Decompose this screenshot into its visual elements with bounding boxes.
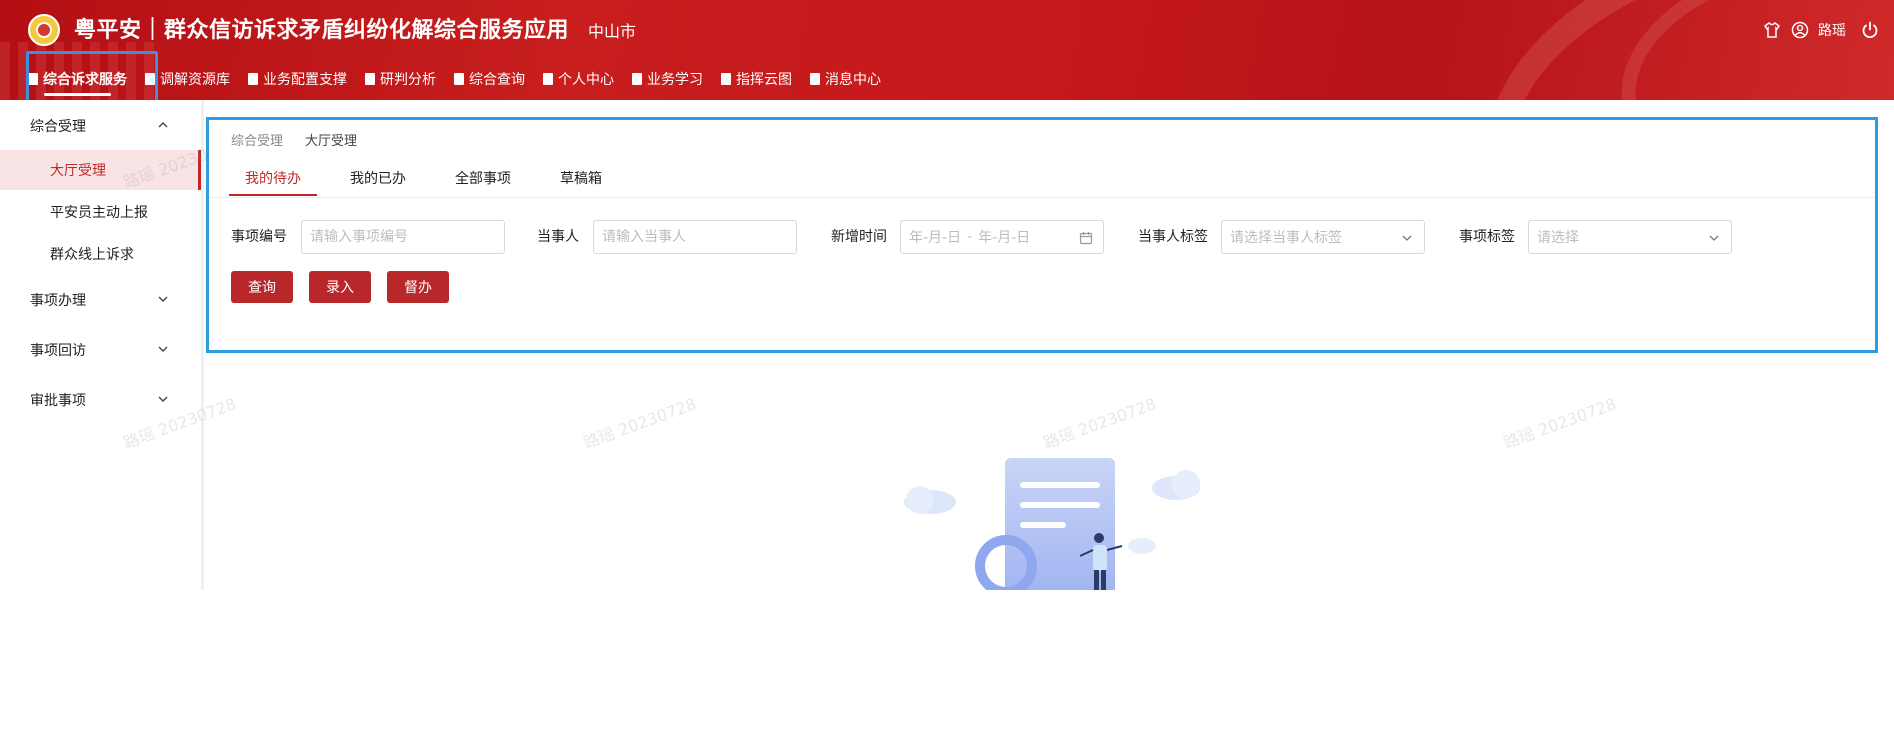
chevron-down-icon (158, 296, 168, 302)
tab-bar: 我的待办 我的已办 全部事项 草稿箱 (229, 162, 635, 196)
watermark: 路瑶 20230728 (1040, 394, 1159, 453)
nav-item-query[interactable]: 综合查询 (454, 68, 525, 90)
nav-item-message-center[interactable]: 消息中心 (810, 68, 881, 90)
party-tag-placeholder: 请选择当事人标签 (1230, 230, 1342, 246)
sidebar-group-approval[interactable]: 审批事项 (0, 378, 204, 422)
sidebar-group-label: 审批事项 (30, 393, 86, 409)
document-icon (28, 73, 38, 85)
nav-item-label: 业务配置支撑 (263, 72, 347, 88)
sidebar-item-officer-report[interactable]: 平安员主动上报 (0, 192, 201, 232)
nav-item-comprehensive-service[interactable]: 综合诉求服务 (28, 68, 127, 96)
tab-drafts[interactable]: 草稿箱 (544, 162, 618, 194)
document-icon (543, 73, 553, 85)
date-range-separator: - (967, 229, 973, 245)
tab-my-todo[interactable]: 我的待办 (229, 162, 317, 196)
sidebar-group-revisit[interactable]: 事项回访 (0, 328, 204, 372)
item-tag-select[interactable]: 请选择 (1528, 220, 1732, 254)
calendar-icon (1079, 232, 1093, 245)
document-icon (454, 73, 464, 85)
empty-state-illustration (904, 458, 1200, 590)
document-icon (810, 73, 820, 85)
app-title: 粤平安｜群众信访诉求矛盾纠纷化解综合服务应用 (74, 18, 570, 43)
app-logo (28, 14, 60, 46)
sidebar-group-label: 综合受理 (30, 119, 86, 135)
tab-all-items[interactable]: 全部事项 (439, 162, 527, 194)
party-input[interactable] (602, 229, 796, 245)
username[interactable]: 路瑶 (1818, 20, 1846, 40)
sidebar-item-online-appeal[interactable]: 群众线上诉求 (0, 234, 201, 274)
party-field[interactable] (593, 220, 797, 254)
city-label: 中山市 (588, 22, 637, 41)
app-root: 粤平安｜群众信访诉求矛盾纠纷化解综合服务应用 中山市 路瑶 综合诉求服务 调解资… (0, 0, 1894, 590)
item-tag-placeholder: 请选择 (1537, 230, 1579, 246)
nav-item-analysis[interactable]: 研判分析 (365, 68, 436, 90)
document-icon (365, 73, 375, 85)
nav-item-label: 指挥云图 (736, 72, 792, 88)
chevron-up-icon (158, 122, 168, 128)
sidebar-item-label: 平安员主动上报 (50, 205, 148, 221)
item-no-field[interactable] (301, 220, 505, 254)
shirt-icon[interactable] (1762, 20, 1782, 40)
nav-item-business-learning[interactable]: 业务学习 (632, 68, 703, 90)
document-icon (632, 73, 642, 85)
item-no-label: 事项编号 (231, 229, 287, 245)
item-tag-label: 事项标签 (1459, 229, 1515, 245)
sidebar-group-label: 事项回访 (30, 343, 86, 359)
date-end-placeholder: 年-月-日 (978, 230, 1031, 246)
added-time-range-picker[interactable]: 年-月-日 - 年-月-日 (900, 220, 1104, 254)
item-no-input[interactable] (310, 229, 504, 245)
main-nav: 综合诉求服务 调解资源库 业务配置支撑 研判分析 综合查询 个人中心 业务学习 … (28, 68, 899, 96)
sidebar-item-label: 群众线上诉求 (50, 247, 134, 263)
nav-item-label: 研判分析 (380, 72, 436, 88)
document-icon (248, 73, 258, 85)
sidebar-group-label: 事项办理 (30, 293, 86, 309)
added-time-label: 新增时间 (831, 229, 887, 245)
user-circle-icon[interactable] (1790, 20, 1810, 40)
tab-divider (209, 197, 1875, 198)
nav-item-label: 综合查询 (469, 72, 525, 88)
sidebar: 综合受理 大厅受理 平安员主动上报 群众线上诉求 事项办理 事项回访 审批事项 (0, 100, 204, 590)
date-start-placeholder: 年-月-日 (909, 230, 962, 246)
watermark: 路瑶 20230728 (1500, 394, 1619, 453)
sidebar-item-label: 大厅受理 (50, 163, 106, 179)
breadcrumb: 综合受理 大厅受理 (231, 130, 357, 149)
query-panel: 综合受理 大厅受理 我的待办 我的已办 全部事项 草稿箱 事项编号 当事人 新增… (206, 117, 1878, 353)
sidebar-group-comprehensive-acceptance[interactable]: 综合受理 (0, 104, 204, 148)
chevron-down-icon (158, 346, 168, 352)
party-label: 当事人 (537, 229, 579, 245)
party-tag-select[interactable]: 请选择当事人标签 (1221, 220, 1425, 254)
sidebar-group-handling[interactable]: 事项办理 (0, 278, 204, 322)
nav-item-command-map[interactable]: 指挥云图 (721, 68, 792, 90)
breadcrumb-item-current: 大厅受理 (305, 134, 358, 149)
nav-item-label: 综合诉求服务 (43, 72, 127, 88)
enter-button[interactable]: 录入 (309, 271, 371, 303)
nav-item-label: 业务学习 (647, 72, 703, 88)
document-icon (721, 73, 731, 85)
nav-item-mediation-resources[interactable]: 调解资源库 (145, 68, 230, 90)
document-icon (145, 73, 155, 85)
sidebar-item-hall-acceptance[interactable]: 大厅受理 (0, 150, 201, 190)
supervise-button[interactable]: 督办 (387, 271, 449, 303)
power-icon[interactable] (1860, 20, 1880, 40)
breadcrumb-item[interactable]: 综合受理 (231, 130, 283, 149)
header-actions: 路瑶 (1762, 18, 1880, 42)
party-tag-label: 当事人标签 (1138, 229, 1208, 245)
top-header: 粤平安｜群众信访诉求矛盾纠纷化解综合服务应用 中山市 路瑶 综合诉求服务 调解资… (0, 0, 1894, 100)
nav-item-label: 消息中心 (825, 72, 881, 88)
query-button[interactable]: 查询 (231, 271, 293, 303)
nav-item-business-config[interactable]: 业务配置支撑 (248, 68, 347, 90)
nav-item-personal-center[interactable]: 个人中心 (543, 68, 614, 90)
chevron-down-icon (158, 396, 168, 402)
tab-my-done[interactable]: 我的已办 (334, 162, 422, 194)
nav-item-label: 调解资源库 (160, 72, 230, 88)
nav-item-label: 个人中心 (558, 72, 614, 88)
chevron-down-icon (1709, 235, 1719, 241)
chevron-down-icon (1402, 235, 1412, 241)
watermark: 路瑶 20230728 (580, 394, 699, 453)
